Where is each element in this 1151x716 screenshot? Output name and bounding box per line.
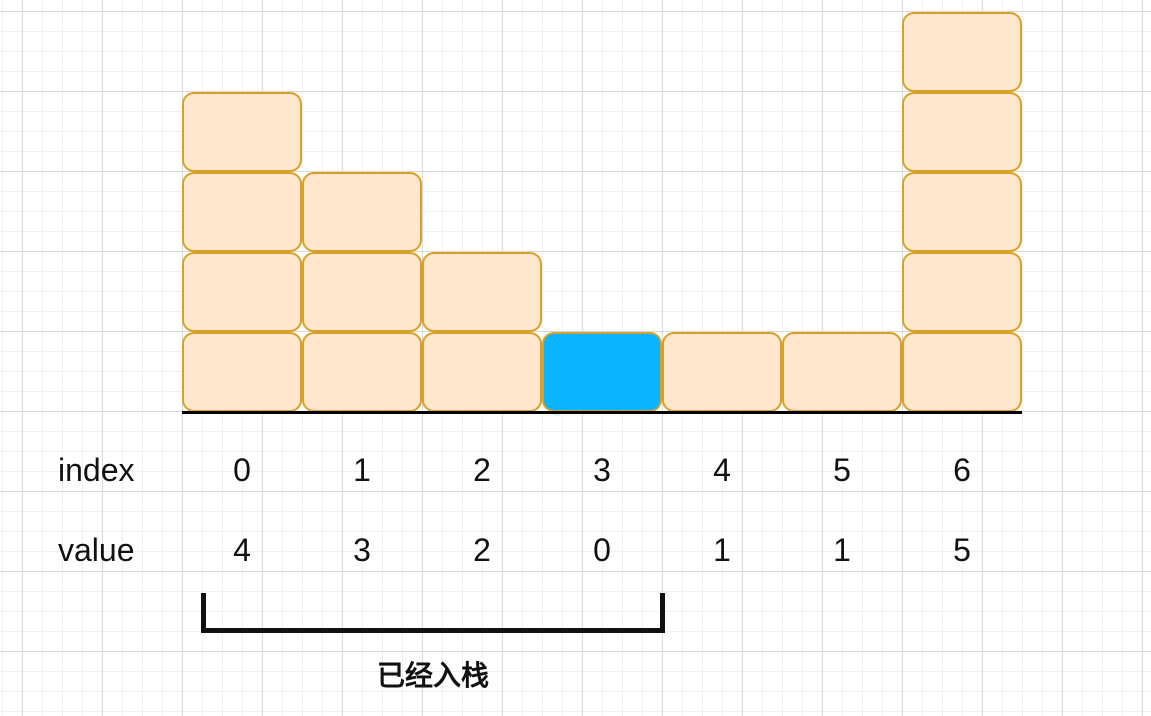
stack-diagram: index value 0 1 2 3 4 5 6 4 3 2 0 1 1 5 … <box>0 0 1151 716</box>
bar-block-col2-level0 <box>422 332 542 412</box>
baseline <box>182 411 1022 414</box>
index-cell-4: 4 <box>713 452 731 488</box>
bar-block-col3-level0 <box>542 332 662 412</box>
bar-block-col0-level3 <box>182 92 302 172</box>
bar-block-col1-level0 <box>302 332 422 412</box>
bar-block-col6-level2 <box>902 172 1022 252</box>
pushed-range-bracket <box>201 593 665 633</box>
bar-block-col1-level2 <box>302 172 422 252</box>
index-cell-6: 6 <box>953 452 971 488</box>
value-row-label: value <box>58 532 135 568</box>
value-cell-3: 0 <box>593 532 611 568</box>
value-cell-2: 2 <box>473 532 491 568</box>
value-cell-0: 4 <box>233 532 251 568</box>
pushed-range-label: 已经入栈 <box>376 660 489 691</box>
bar-block-col6-level0 <box>902 332 1022 412</box>
index-row-label: index <box>58 452 135 488</box>
index-cell-5: 5 <box>833 452 851 488</box>
index-cell-0: 0 <box>233 452 251 488</box>
index-cell-2: 2 <box>473 452 491 488</box>
bar-block-col6-level4 <box>902 12 1022 92</box>
index-cell-3: 3 <box>593 452 611 488</box>
bar-block-col6-level1 <box>902 252 1022 332</box>
bar-block-col4-level0 <box>662 332 782 412</box>
bar-block-col0-level1 <box>182 252 302 332</box>
value-cell-5: 1 <box>833 532 851 568</box>
index-cell-1: 1 <box>353 452 371 488</box>
bar-block-col1-level1 <box>302 252 422 332</box>
bar-block-col5-level0 <box>782 332 902 412</box>
value-cell-4: 1 <box>713 532 731 568</box>
bar-block-col0-level2 <box>182 172 302 252</box>
bar-block-col2-level1 <box>422 252 542 332</box>
bar-block-col6-level3 <box>902 92 1022 172</box>
value-cell-1: 3 <box>353 532 371 568</box>
value-cell-6: 5 <box>953 532 971 568</box>
bar-block-col0-level0 <box>182 332 302 412</box>
